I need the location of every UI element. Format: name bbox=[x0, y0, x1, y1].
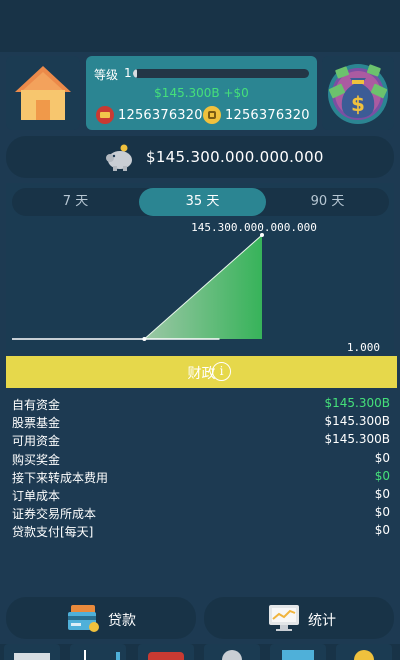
finance-label: 财政 bbox=[187, 366, 216, 382]
finance-row: 贷款支付[每天] $0 bbox=[12, 523, 390, 541]
nav-2-bar-icon bbox=[116, 652, 120, 660]
nav-3-icon bbox=[148, 652, 184, 660]
chart-max-label: 145.300.000.000.000 bbox=[191, 221, 317, 234]
finance-row-label: 接下来转成本费用 bbox=[12, 470, 109, 485]
nav-4-icon bbox=[222, 650, 242, 660]
tab-7-days[interactable]: 7 天 bbox=[12, 188, 139, 216]
loan-button[interactable]: 贷款 bbox=[6, 597, 196, 639]
nav-item-2[interactable] bbox=[70, 644, 126, 660]
currency-2-value: 1256376320 bbox=[225, 107, 310, 123]
finance-header-button[interactable]: 财政 i bbox=[6, 356, 397, 388]
finance-row-value: $145.300B bbox=[324, 414, 391, 429]
income-text: $145.300B +$0 bbox=[154, 86, 249, 100]
total-balance: $145.300.000.000.000 bbox=[146, 148, 324, 166]
balance-chart: 145.300.000.000.000 1.000 bbox=[12, 221, 380, 353]
finance-row-label: 股票基金 bbox=[12, 416, 61, 431]
info-icon[interactable]: i bbox=[212, 362, 231, 381]
finance-row: 证券交易所成本 $0 bbox=[12, 505, 390, 523]
nav-1-icon bbox=[14, 653, 50, 660]
chart-panel: 7 天 35 天 90 天 145.300.000.000.000 1.000 bbox=[6, 183, 394, 353]
finance-row: 可用资金 $145.300B bbox=[12, 432, 390, 450]
finance-row: 订单成本 $0 bbox=[12, 487, 390, 505]
house-icon bbox=[15, 66, 71, 120]
currency-2: 1256376320 bbox=[203, 105, 310, 125]
finance-row-value: $0 bbox=[374, 468, 390, 483]
balance-bar: $145.300.000.000.000 bbox=[6, 136, 394, 178]
finance-row-label: 证券交易所成本 bbox=[12, 507, 97, 522]
gold-coin-icon bbox=[203, 106, 221, 124]
bottom-navigation bbox=[0, 644, 400, 660]
finance-row: 自有资金 $145.300B bbox=[12, 396, 390, 414]
top-status-strip bbox=[0, 0, 400, 52]
loan-card-icon bbox=[68, 605, 99, 632]
home-button[interactable] bbox=[6, 56, 80, 130]
currency-1-value: 1256376320 bbox=[118, 107, 203, 123]
finance-row-value: $0 bbox=[374, 523, 390, 538]
nav-item-1[interactable] bbox=[4, 644, 60, 660]
finance-list: 自有资金 $145.300B 股票基金 $145.300B 可用资金 $145.300B 购… bbox=[6, 390, 394, 595]
finance-row-label: 自有资金 bbox=[12, 398, 61, 412]
nav-item-4[interactable] bbox=[204, 644, 260, 660]
monitor-chart-icon bbox=[269, 605, 299, 631]
level-number: 1 bbox=[124, 66, 132, 80]
money-bag-button[interactable]: $ bbox=[322, 56, 394, 130]
nav-2-icon bbox=[84, 650, 86, 660]
finance-row: 股票基金 $145.300B bbox=[12, 414, 390, 432]
currency-1: 1256376320 bbox=[96, 105, 203, 125]
nav-item-6[interactable] bbox=[336, 644, 392, 660]
tab-90-days[interactable]: 90 天 bbox=[266, 188, 389, 216]
chart-point bbox=[142, 337, 147, 341]
finance-row-value: $0 bbox=[374, 487, 390, 501]
level-label: 等级 bbox=[94, 68, 119, 82]
piggy-bank-icon bbox=[106, 144, 132, 171]
finance-row-label: 可用资金 bbox=[12, 434, 61, 449]
svg-text:$: $ bbox=[351, 92, 365, 116]
tab-35-days[interactable]: 35 天 bbox=[139, 188, 266, 216]
nav-6-icon bbox=[354, 650, 374, 660]
statistics-label: 统计 bbox=[308, 613, 336, 629]
level-panel: 等级 1 $145.300B +$0 1256376320 1256376320 bbox=[86, 56, 317, 130]
money-bag-icon: $ bbox=[328, 64, 388, 124]
period-tabs: 7 天 35 天 90 天 bbox=[12, 188, 389, 216]
nav-item-3[interactable] bbox=[138, 644, 194, 660]
finance-row-value: $0 bbox=[374, 505, 390, 520]
finance-row: 购买奖金 $0 bbox=[12, 451, 390, 469]
finance-row-label: 订单成本 bbox=[12, 489, 61, 503]
statistics-button[interactable]: 统计 bbox=[204, 597, 394, 639]
nav-5-icon bbox=[282, 650, 314, 660]
loan-label: 贷款 bbox=[108, 613, 136, 629]
finance-row: 接下来转成本费用 $0 bbox=[12, 469, 390, 487]
level-progress-fill bbox=[133, 69, 137, 78]
nav-item-5[interactable] bbox=[270, 644, 326, 660]
finance-row-label: 贷款支付[每天] bbox=[12, 525, 94, 540]
finance-row-value: $0 bbox=[374, 450, 390, 465]
finance-row-value: $145.300B bbox=[324, 396, 391, 410]
chart-min-label: 1.000 bbox=[347, 341, 380, 353]
finance-row-label: 购买奖金 bbox=[12, 452, 61, 467]
red-chest-coin-icon bbox=[96, 106, 114, 124]
level-progress-bar bbox=[133, 69, 309, 78]
finance-row-value: $145.300B bbox=[324, 432, 391, 447]
